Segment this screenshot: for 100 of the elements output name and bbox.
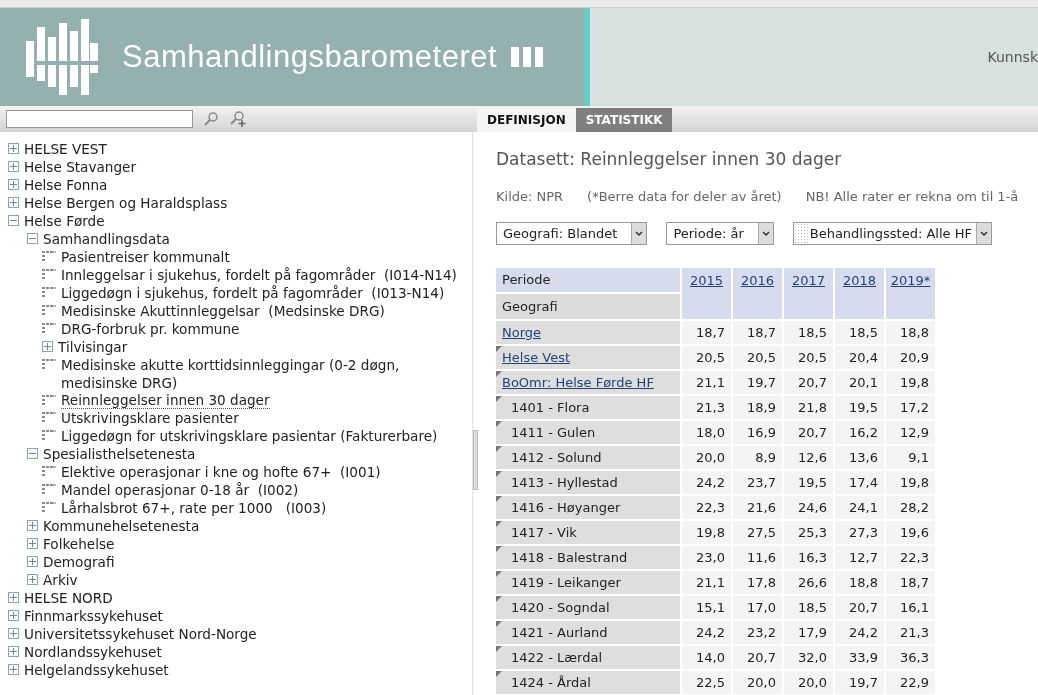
table-cell: 22,9 <box>886 671 935 694</box>
table-cell: 27,3 <box>835 521 884 544</box>
expand-icon[interactable] <box>27 574 38 585</box>
tree-item[interactable]: Helse Fonna <box>24 176 108 194</box>
table-cell: 20,7 <box>835 596 884 619</box>
tree-item[interactable]: Reinnleggelser innen 30 dager <box>61 392 270 409</box>
tree-item[interactable]: Spesialisthelsetenesta <box>43 445 196 463</box>
tree-item[interactable]: Helse Bergen og Haraldsplass <box>24 194 228 212</box>
tree-item[interactable]: Universitetssykehuset Nord-Norge <box>24 625 257 643</box>
table-cell: 19,7 <box>835 671 884 694</box>
search-field[interactable] <box>6 110 193 128</box>
expand-icon[interactable] <box>8 664 19 675</box>
tree-item[interactable]: Tilvisingar <box>58 338 128 356</box>
expand-icon[interactable] <box>8 628 19 639</box>
table-cell: 23,2 <box>733 621 782 644</box>
table-cell: 18,7 <box>886 571 935 594</box>
tree-item[interactable]: Helgelandssykehuset <box>24 661 169 679</box>
dataset-icon <box>42 287 56 298</box>
table-cell: 27,5 <box>733 521 782 544</box>
tree-item[interactable]: Pasientreiser kommunalt <box>61 248 230 266</box>
expand-icon[interactable] <box>27 538 38 549</box>
expand-icon[interactable] <box>8 179 19 190</box>
table-cell: 22,3 <box>682 496 731 519</box>
table-cell: 24,1 <box>835 496 884 519</box>
row-label: 1413 - Hyllestad <box>511 474 618 490</box>
table-cell: 12,6 <box>784 446 833 469</box>
dropdown[interactable]: Periode: år <box>666 222 774 245</box>
bars-icon <box>511 47 544 67</box>
tree-item[interactable]: Utskrivingsklare pasienter <box>61 409 239 427</box>
table-cell: 20,7 <box>784 421 833 444</box>
tree-item[interactable]: Innleggelsar i sjukehus, fordelt på fagområder (I014-N14) <box>61 266 457 284</box>
expand-icon[interactable] <box>27 556 38 567</box>
tree-item[interactable]: Medisinske akutte korttidsinnleggingar (0-2 døgn, medisinske DRG) <box>61 356 472 392</box>
expand-icon[interactable] <box>8 143 19 154</box>
tree-item[interactable]: Folkehelse <box>43 535 115 553</box>
tab[interactable]: STATISTIKK <box>575 108 673 132</box>
row-label: 1422 - Lærdal <box>511 649 602 665</box>
tree-item[interactable]: DRG-forbruk pr. kommune <box>61 320 240 338</box>
expand-icon[interactable] <box>8 197 19 208</box>
table-cell: 15,1 <box>682 596 731 619</box>
splitter-handle[interactable] <box>473 430 478 490</box>
row-link[interactable]: Norge <box>502 324 542 340</box>
tab[interactable]: DEFINISJON <box>477 108 576 132</box>
table-cell: 14,0 <box>682 646 731 669</box>
collapse-icon[interactable] <box>27 233 38 244</box>
collapse-icon[interactable] <box>8 215 19 226</box>
table-cell: 19,7 <box>733 371 782 394</box>
expand-icon[interactable] <box>27 520 38 531</box>
expand-icon[interactable] <box>8 646 19 657</box>
table-cell: 19,5 <box>835 396 884 419</box>
tree-item[interactable]: Kommunehelsetenesta <box>43 517 200 535</box>
table-cell: 11,6 <box>733 546 782 569</box>
tree-item[interactable]: Demografi <box>43 553 115 571</box>
collapse-icon[interactable] <box>27 448 38 459</box>
row-label: 1421 - Aurland <box>511 624 608 640</box>
expand-icon[interactable] <box>8 610 19 621</box>
tree-item[interactable]: Nordlandssykehuset <box>24 643 162 661</box>
row-label: 1418 - Balestrand <box>511 549 628 565</box>
search-plus-icon[interactable] <box>229 110 247 128</box>
header-text: Kunnsk <box>987 47 1038 67</box>
tree-item[interactable]: Samhandlingsdata <box>43 230 170 248</box>
tree-item[interactable]: Helse Stavanger <box>24 158 136 176</box>
tree-item[interactable]: Mandel operasjonar 0-18 år (I002) <box>61 481 299 499</box>
tree-item[interactable]: HELSE NORD <box>24 589 113 607</box>
dataset-icon <box>42 412 56 423</box>
tree-item[interactable]: Lårhalsbrot 67+, rate per 1000 (I003) <box>61 499 327 517</box>
search-icon[interactable] <box>203 111 219 127</box>
tree-item[interactable]: Helse Førde <box>24 212 105 230</box>
dataset-icon <box>42 323 56 334</box>
dropdown[interactable]: Behandlingssted: Alle HF <box>792 222 992 245</box>
row-label: 1412 - Solund <box>511 449 602 465</box>
tree-item[interactable]: HELSE VEST <box>24 140 107 158</box>
expand-icon[interactable] <box>42 341 53 352</box>
tree-item[interactable]: Arkiv <box>43 571 78 589</box>
dropdown[interactable]: Geografi: Blandet <box>496 222 648 245</box>
tree-item[interactable]: Liggedøgn i sjukehus, fordelt på fagområder (I013-N14) <box>61 284 445 302</box>
table-header: Periode <box>496 268 680 292</box>
expand-icon[interactable] <box>8 161 19 172</box>
table-cell: 19,8 <box>886 471 935 494</box>
dataset-icon <box>42 251 56 262</box>
table-cell: 18,9 <box>733 396 782 419</box>
table-cell: 21,1 <box>682 571 731 594</box>
table-cell: 22,5 <box>682 671 731 694</box>
dataset-title: Datasett: Reinnleggelser innen 30 dager <box>496 148 843 171</box>
note-text: NB! Alle rater er rekna om til 1-å <box>805 187 1019 206</box>
dataset-icon <box>42 484 56 495</box>
table-cell: 20,0 <box>784 671 833 694</box>
tree-item[interactable]: Finnmarkssykehuset <box>24 607 163 625</box>
tree-item[interactable]: Liggedøgn for utskrivingsklare pasientar (Fakturerbare) <box>61 427 438 445</box>
table-cell: 18,0 <box>682 421 731 444</box>
table-cell: 22,3 <box>886 546 935 569</box>
logo-icon <box>26 19 98 95</box>
table-cell: 20,7 <box>784 371 833 394</box>
table-cell: 26,6 <box>784 571 833 594</box>
tree-item[interactable]: Elektive operasjonar i kne og hofte 67+ (I001) <box>61 463 381 481</box>
dataset-icon <box>42 430 56 441</box>
table-cell: 25,3 <box>784 521 833 544</box>
dataset-icon <box>42 359 56 370</box>
expand-icon[interactable] <box>8 592 19 603</box>
tree-item[interactable]: Medisinske Akuttinnleggelsar (Medsinske DRG) <box>61 302 385 320</box>
